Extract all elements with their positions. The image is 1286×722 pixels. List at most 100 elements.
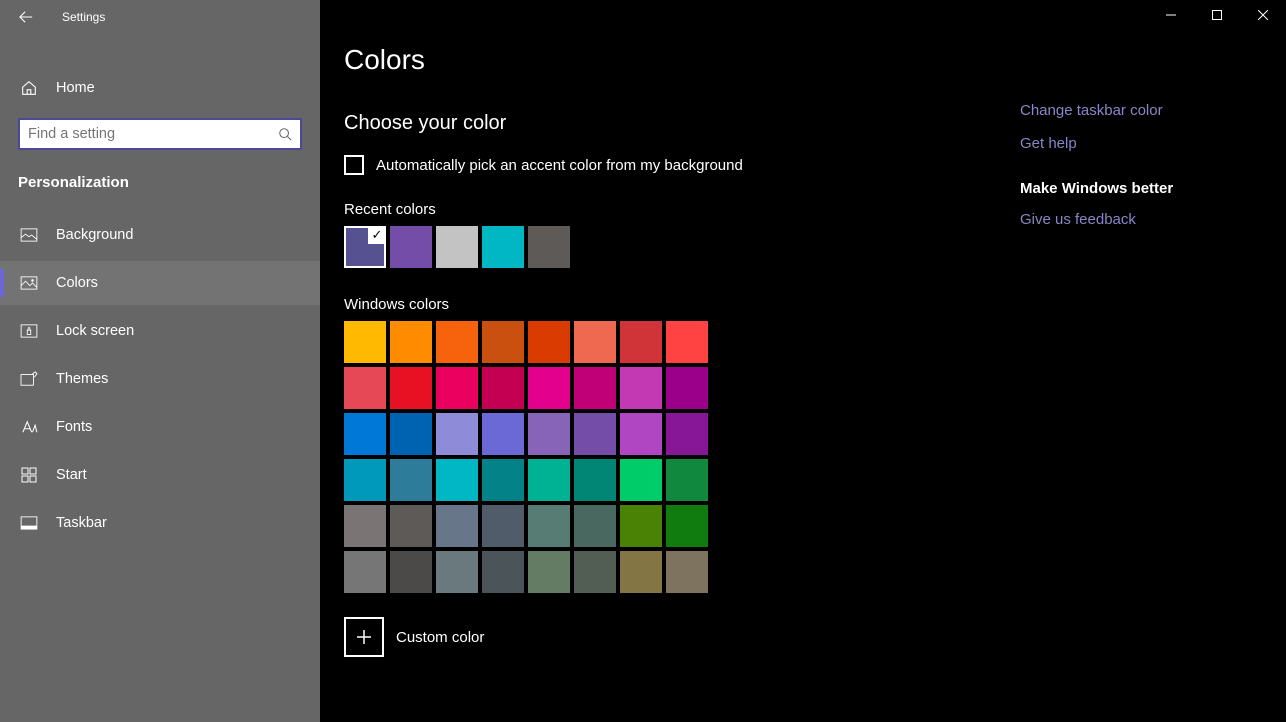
main-panel: Colors Choose your color Automatically p…	[320, 0, 1286, 722]
close-button[interactable]	[1240, 0, 1286, 30]
maximize-button[interactable]	[1194, 0, 1240, 30]
windows-color-swatch[interactable]	[390, 321, 432, 363]
related-links: Change taskbar color Get help Make Windo…	[1004, 44, 1173, 657]
sidebar-item-themes[interactable]: Themes	[0, 357, 320, 401]
windows-color-swatch[interactable]	[344, 459, 386, 501]
fonts-icon	[20, 420, 38, 434]
windows-color-swatch[interactable]	[620, 321, 662, 363]
search-container	[0, 110, 320, 150]
windows-color-swatch[interactable]	[620, 505, 662, 547]
windows-color-swatch[interactable]	[574, 321, 616, 363]
windows-color-swatch[interactable]	[482, 367, 524, 409]
auto-pick-checkbox[interactable]	[344, 155, 364, 175]
windows-color-swatch[interactable]	[666, 505, 708, 547]
windows-color-swatch[interactable]	[528, 367, 570, 409]
recent-color-swatch[interactable]	[390, 226, 432, 268]
windows-color-swatch[interactable]	[436, 505, 478, 547]
search-input[interactable]	[28, 126, 278, 142]
windows-color-swatch[interactable]	[482, 321, 524, 363]
windows-color-swatch[interactable]	[666, 321, 708, 363]
windows-color-swatch[interactable]	[436, 367, 478, 409]
windows-color-swatch[interactable]	[482, 459, 524, 501]
windows-colors-grid	[344, 321, 1004, 593]
windows-color-swatch[interactable]	[390, 459, 432, 501]
sidebar-item-label: Fonts	[56, 419, 92, 435]
windows-color-swatch[interactable]	[528, 459, 570, 501]
windows-color-swatch[interactable]	[436, 551, 478, 593]
windows-color-swatch[interactable]	[390, 505, 432, 547]
windows-color-swatch[interactable]	[344, 321, 386, 363]
windows-color-swatch[interactable]	[528, 551, 570, 593]
content: Colors Choose your color Automatically p…	[320, 0, 1286, 657]
windows-color-swatch[interactable]	[344, 505, 386, 547]
recent-color-swatch[interactable]	[436, 226, 478, 268]
windows-color-swatch[interactable]	[574, 551, 616, 593]
sidebar-header: Settings	[0, 0, 320, 34]
auto-pick-label: Automatically pick an accent color from …	[376, 157, 743, 174]
palette-icon	[20, 276, 38, 290]
windows-color-swatch[interactable]	[574, 413, 616, 455]
start-icon	[20, 467, 38, 483]
windows-color-swatch[interactable]	[482, 505, 524, 547]
home-label: Home	[56, 80, 95, 96]
plus-icon	[356, 629, 372, 645]
taskbar-icon	[20, 516, 38, 530]
themes-icon	[20, 371, 38, 387]
windows-color-swatch[interactable]	[620, 413, 662, 455]
windows-color-swatch[interactable]	[574, 505, 616, 547]
windows-color-swatch[interactable]	[574, 367, 616, 409]
windows-color-swatch[interactable]	[344, 367, 386, 409]
windows-color-swatch[interactable]	[390, 551, 432, 593]
get-help-link[interactable]: Get help	[1020, 135, 1173, 152]
sidebar-item-label: Background	[56, 227, 133, 243]
windows-color-swatch[interactable]	[390, 413, 432, 455]
windows-color-swatch[interactable]	[528, 505, 570, 547]
windows-color-swatch[interactable]	[390, 367, 432, 409]
windows-color-swatch[interactable]	[436, 413, 478, 455]
app-title: Settings	[62, 10, 105, 24]
home-icon	[20, 79, 38, 97]
recent-color-swatch[interactable]	[482, 226, 524, 268]
make-windows-better-heading: Make Windows better	[1020, 180, 1173, 197]
custom-color-button[interactable]	[344, 617, 384, 657]
sidebar-item-colors[interactable]: Colors	[0, 261, 320, 305]
sidebar-item-start[interactable]: Start	[0, 453, 320, 497]
lock-screen-icon	[20, 324, 38, 338]
sidebar-item-label: Start	[56, 467, 87, 483]
windows-color-swatch[interactable]	[436, 321, 478, 363]
recent-color-swatch[interactable]: ✓	[344, 226, 386, 268]
sidebar-item-label: Themes	[56, 371, 108, 387]
back-button[interactable]	[18, 9, 34, 25]
windows-color-swatch[interactable]	[482, 413, 524, 455]
windows-color-swatch[interactable]	[528, 413, 570, 455]
windows-color-swatch[interactable]	[620, 551, 662, 593]
windows-color-swatch[interactable]	[666, 459, 708, 501]
category-heading: Personalization	[0, 150, 320, 209]
windows-color-swatch[interactable]	[482, 551, 524, 593]
custom-color-label: Custom color	[396, 629, 484, 646]
give-feedback-link[interactable]: Give us feedback	[1020, 211, 1173, 228]
windows-color-swatch[interactable]	[344, 413, 386, 455]
home-nav[interactable]: Home	[0, 66, 320, 110]
windows-color-swatch[interactable]	[574, 459, 616, 501]
search-box[interactable]	[18, 118, 302, 150]
change-taskbar-color-link[interactable]: Change taskbar color	[1020, 102, 1173, 119]
minimize-button[interactable]	[1148, 0, 1194, 30]
windows-color-swatch[interactable]	[528, 321, 570, 363]
windows-color-swatch[interactable]	[620, 367, 662, 409]
windows-color-swatch[interactable]	[436, 459, 478, 501]
windows-color-swatch[interactable]	[666, 413, 708, 455]
windows-color-swatch[interactable]	[344, 551, 386, 593]
auto-pick-row[interactable]: Automatically pick an accent color from …	[344, 155, 1004, 175]
windows-color-swatch[interactable]	[666, 551, 708, 593]
recent-color-swatch[interactable]	[528, 226, 570, 268]
choose-color-heading: Choose your color	[344, 112, 1004, 135]
sidebar-item-label: Colors	[56, 275, 98, 291]
sidebar-item-fonts[interactable]: Fonts	[0, 405, 320, 449]
sidebar-item-lock-screen[interactable]: Lock screen	[0, 309, 320, 353]
windows-color-swatch[interactable]	[620, 459, 662, 501]
windows-color-swatch[interactable]	[666, 367, 708, 409]
back-arrow-icon	[19, 10, 33, 24]
sidebar-item-taskbar[interactable]: Taskbar	[0, 501, 320, 545]
sidebar-item-background[interactable]: Background	[0, 213, 320, 257]
